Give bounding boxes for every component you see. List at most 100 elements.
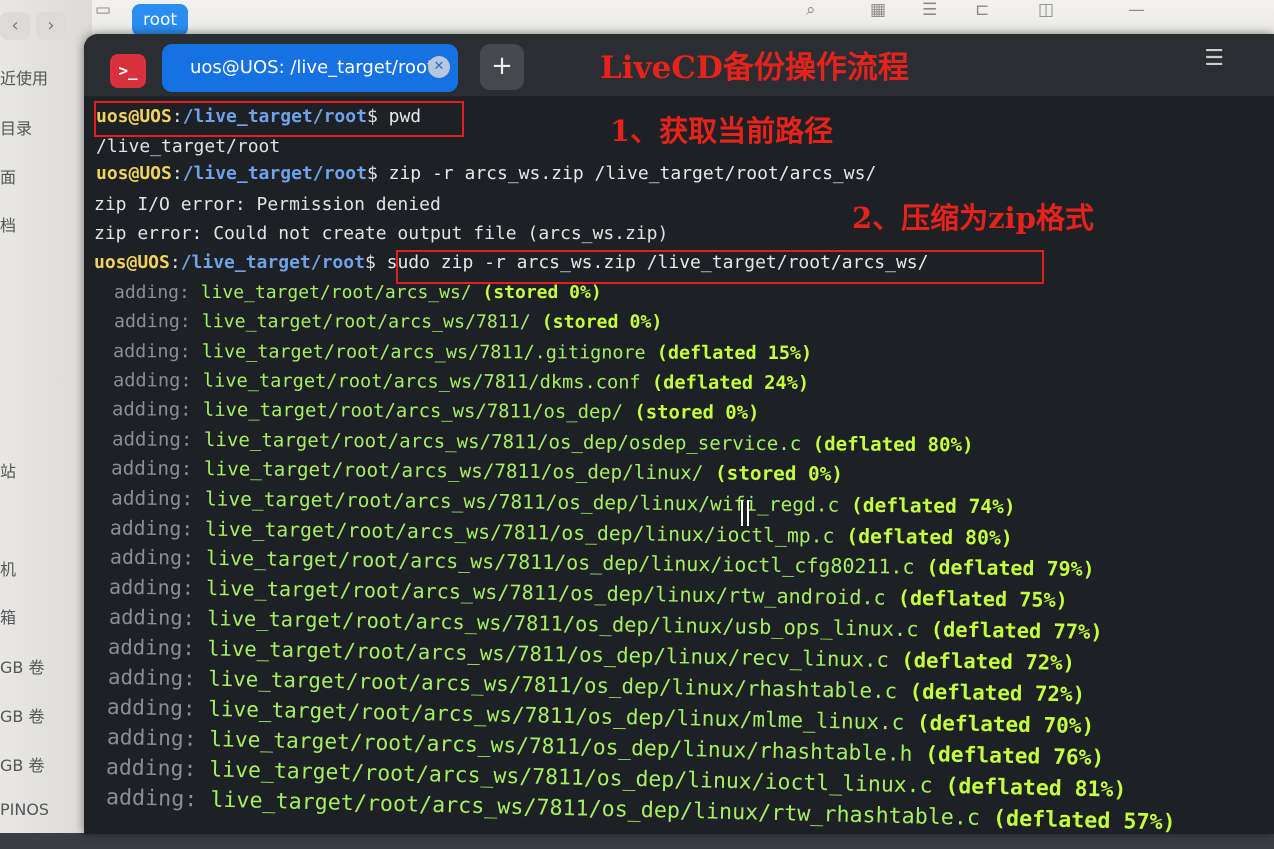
prompt-user: uos@UOS (96, 106, 172, 127)
sidebar-toggle-icon[interactable]: ▭ (95, 0, 111, 20)
prompt-user: uos@UOS (94, 252, 170, 273)
prompt-path: /live_target/root (182, 163, 367, 184)
sidebar-item-recent[interactable]: 近使用 (0, 65, 48, 89)
zip-output-line: adding: live_target/root/arcs_ws/7811/dk… (112, 369, 808, 394)
prompt-colon: : (169, 252, 181, 273)
adding-keyword: adding: (105, 754, 197, 782)
adding-keyword: adding: (107, 665, 196, 691)
sidebar-item-pinos[interactable]: PINOS (0, 800, 49, 819)
zip-output-line: adding: live_target/root/arcs_ws/7811/.g… (113, 340, 812, 363)
command-text: pwd (377, 106, 422, 127)
hamburger-menu-icon[interactable]: ☰ (1204, 46, 1224, 71)
icon-view-icon[interactable]: ▦ (870, 0, 886, 20)
adding-keyword: adding: (111, 428, 192, 451)
file-path: live_target/root/arcs_ws/7811/os_dep/osd… (203, 428, 801, 456)
location-chip-root[interactable]: root (132, 4, 189, 36)
file-path: live_target/root/arcs_ws/7811/dkms.conf (202, 369, 641, 394)
compression-status: (deflated 72%) (908, 679, 1085, 708)
terminal-error-line: zip error: Could not create output file … (94, 223, 669, 244)
terminal-app-icon: >_ (110, 54, 146, 88)
detail-panel-icon[interactable]: ◫ (1038, 0, 1054, 20)
adding-keyword: adding: (112, 369, 192, 392)
sidebar-item-volume-3[interactable]: GB 卷 (0, 752, 44, 776)
tab-terminal[interactable]: uos@UOS: /live_target/root ✕ (162, 44, 458, 92)
compression-status: (deflated 80%) (812, 433, 974, 457)
list-view-icon[interactable]: ☰ (922, 0, 937, 20)
prompt-path: /live_target/root (180, 252, 365, 273)
file-path: live_target/root/arcs_ws/ (200, 282, 472, 303)
search-icon[interactable]: ⌕ (806, 0, 816, 20)
tab-title: uos@UOS: /live_target/root (190, 57, 435, 78)
bottom-bar (0, 833, 1274, 849)
adding-keyword: adding: (108, 575, 195, 601)
sidebar-item-home[interactable]: 目录 (0, 115, 32, 139)
sidebar-item-computer[interactable]: 机 (0, 556, 16, 580)
text-cursor-icon (741, 500, 749, 526)
compression-status: (deflated 79%) (925, 556, 1095, 582)
zip-output-line: adding: live_target/root/arcs_ws/7811/os… (112, 399, 759, 425)
compression-status: (deflated 77%) (930, 618, 1103, 645)
sort-icon[interactable]: ⊏ (975, 0, 989, 20)
adding-keyword: adding: (106, 724, 197, 752)
forward-button[interactable]: › (36, 12, 66, 40)
prompt-dollar: $ (366, 106, 378, 127)
prompt-dollar: $ (364, 252, 376, 273)
adding-keyword: adding: (109, 546, 194, 571)
command-text: sudo zip -r arcs_ws.zip /live_target/roo… (375, 252, 929, 273)
sidebar-item-desktop[interactable]: 面 (0, 164, 16, 188)
compression-status: (deflated 81%) (945, 773, 1127, 803)
file-path: live_target/root/arcs_ws/7811/ (201, 311, 531, 333)
prompt-colon: : (171, 106, 183, 127)
compression-status: (stored 0%) (634, 401, 760, 425)
command-text: zip -r arcs_ws.zip /live_target/root/arc… (377, 163, 877, 184)
terminal-output-line: /live_target/root (96, 136, 281, 157)
terminal-line-cmd-pwd: uos@UOS:/live_target/root$ pwd (96, 106, 421, 127)
adding-keyword: adding: (112, 340, 191, 362)
adding-keyword: adding: (114, 282, 190, 303)
adding-keyword: adding: (105, 784, 198, 813)
prompt-colon: : (171, 163, 183, 184)
adding-keyword: adding: (109, 516, 194, 541)
prompt-user: uos@UOS (96, 163, 172, 184)
annotation-step1: 1、获取当前路径 (610, 114, 834, 148)
adding-keyword: adding: (113, 311, 191, 333)
adding-keyword: adding: (106, 694, 196, 722)
annotation-title: LiveCD备份操作流程 (600, 50, 909, 86)
adding-keyword: adding: (110, 486, 193, 511)
compression-status: (deflated 74%) (850, 494, 1016, 519)
prompt-dollar: $ (366, 163, 378, 184)
terminal-line-cmd-sudo-zip: uos@UOS:/live_target/root$ sudo zip -r a… (94, 252, 928, 273)
adding-keyword: adding: (111, 398, 192, 422)
sidebar-item-volume-1[interactable]: GB 卷 (0, 654, 44, 678)
prompt-path: /live_target/root (182, 106, 367, 127)
compression-status: (deflated 24%) (651, 371, 809, 395)
adding-keyword: adding: (108, 605, 195, 631)
sidebar-item-documents[interactable]: 档 (0, 212, 16, 236)
back-button[interactable]: ‹ (0, 12, 30, 40)
sidebar-item-network[interactable]: 站 (0, 458, 16, 482)
zip-output-line: adding: live_target/root/arcs_ws/7811/ (… (113, 311, 661, 333)
terminal-line-cmd-zip: uos@UOS:/live_target/root$ zip -r arcs_w… (96, 163, 876, 184)
compression-status: (stored 0%) (482, 282, 602, 303)
compression-status: (stored 0%) (715, 462, 843, 487)
adding-keyword: adding: (107, 635, 195, 661)
compression-status: (stored 0%) (541, 311, 662, 334)
file-path: live_target/root/arcs_ws/7811/os_dep/lin… (203, 458, 704, 485)
annotation-step2: 2、压缩为zip格式 (852, 201, 1094, 235)
zip-output-line: adding: live_target/root/arcs_ws/ (store… (114, 282, 602, 303)
close-icon[interactable]: ✕ (428, 56, 450, 78)
new-tab-button[interactable]: + (480, 44, 524, 90)
compression-status: (deflated 75%) (897, 586, 1068, 613)
menu-icon[interactable]: — (1128, 0, 1145, 20)
sidebar-item-volume-2[interactable]: GB 卷 (0, 703, 44, 727)
compression-status: (deflated 57%) (992, 805, 1176, 836)
sidebar-item-trash[interactable]: 箱 (0, 604, 16, 628)
compression-status: (deflated 15%) (656, 341, 813, 364)
compression-status: (deflated 70%) (916, 710, 1095, 739)
adding-keyword: adding: (110, 457, 193, 481)
terminal-error-line: zip I/O error: Permission denied (94, 194, 441, 215)
file-path: live_target/root/arcs_ws/7811/os_dep/ (202, 399, 624, 424)
compression-status: (deflated 80%) (846, 524, 1013, 550)
compression-status: (deflated 72%) (901, 648, 1076, 676)
compression-status: (deflated 76%) (924, 742, 1104, 771)
